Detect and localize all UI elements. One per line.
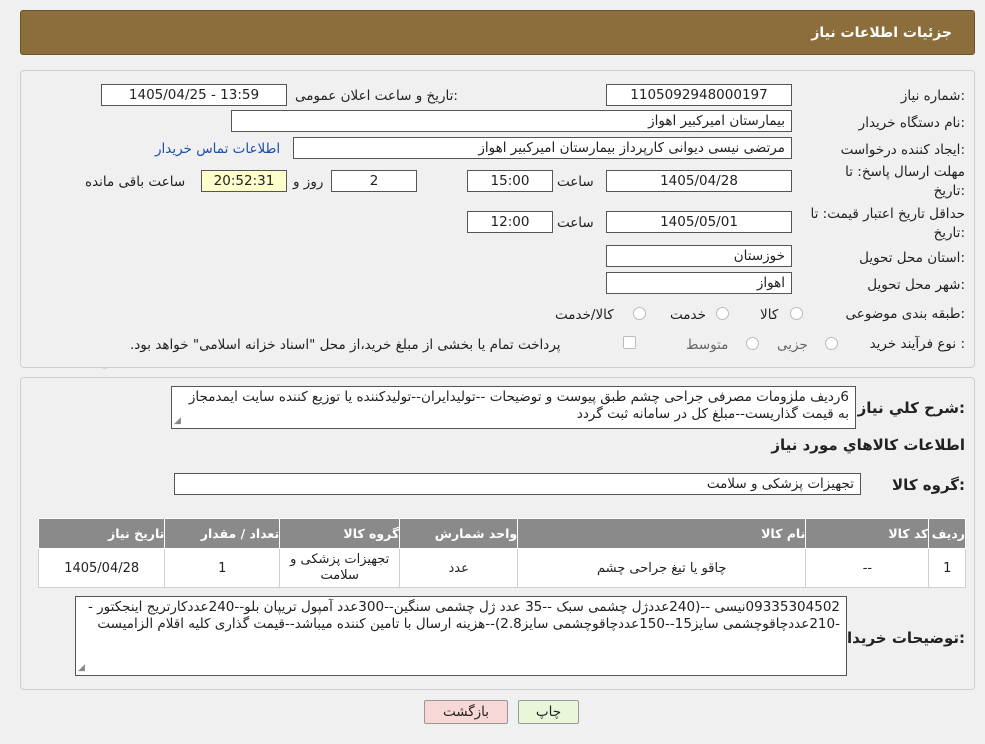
price-validity-label-line1: حداقل تاریخ اعتبار قیمت: تا — [810, 206, 965, 222]
remaining-time-label: ساعت باقی مانده — [85, 174, 186, 190]
deadline-date-field: 1405/04/28 — [606, 170, 792, 192]
summary-label: شرح کلي نياز: — [857, 399, 965, 417]
buyer-notes-resize-grip-icon[interactable]: ◢ — [78, 663, 85, 742]
price-validity-time-label: ساعت — [557, 215, 594, 231]
col-header-quantity: تعداد / مقدار — [164, 518, 281, 549]
cell-quantity: 1 — [164, 548, 281, 588]
requester-label: ایجاد کننده درخواست: — [840, 142, 965, 158]
table-row: 1 -- چاقو یا تیغ جراحی چشم عدد تجهیزات پ… — [37, 548, 966, 588]
category-radio-service[interactable] — [716, 307, 729, 320]
process-option-medium: متوسط — [686, 337, 729, 353]
remaining-time-field: 20:52:31 — [201, 170, 287, 192]
price-validity-label-line2: تاریخ: — [933, 225, 965, 241]
items-table-header-row: رديف کد کالا نام کالا واحد شمارش گروه کا… — [37, 518, 966, 549]
category-option-service: خدمت — [670, 307, 706, 323]
need-number-field: 1105092948000197 — [606, 84, 792, 106]
province-field: خوزستان — [606, 245, 792, 267]
treasury-payment-note: پرداخت تمام یا بخشی از مبلغ خرید،از محل … — [130, 337, 561, 353]
col-header-item-group: گروه کالا — [279, 518, 401, 549]
need-number-label: شماره نیاز: — [900, 88, 965, 104]
requester-field: مرتضی نیسی دیوانی کارپرداز بیمارستان امی… — [293, 137, 792, 159]
announce-field: 1405/04/25 - 13:59 — [101, 84, 287, 106]
treasury-payment-checkbox[interactable] — [623, 336, 636, 349]
days-label: روز و — [293, 174, 324, 190]
items-table: رديف کد کالا نام کالا واحد شمارش گروه کا… — [37, 518, 966, 588]
city-field: اهواز — [606, 272, 792, 294]
deadline-time-field: 15:00 — [467, 170, 553, 192]
summary-textarea: 6ردیف ملزومات مصرفی جراحی چشم طبق پیوست … — [171, 386, 856, 429]
process-type-label: نوع فرآیند خرید : — [869, 336, 965, 352]
page-header: جزئیات اطلاعات نیاز — [20, 10, 975, 55]
buyer-org-field: بیمارستان امیرکبیر اهواز — [231, 110, 792, 132]
goods-group-field: تجهیزات پزشکی و سلامت — [174, 473, 861, 495]
cell-item-code: -- — [805, 548, 930, 588]
announce-label: تاریخ و ساعت اعلان عمومی: — [295, 88, 458, 104]
category-radio-goods[interactable] — [790, 307, 803, 320]
buyer-notes-label: توضیحات خریدار: — [838, 629, 965, 647]
cell-unit: عدد — [399, 548, 519, 588]
category-option-goods-service: کالا/خدمت — [555, 307, 614, 323]
buyer-notes-textarea: 09335304502نیسی --(240عددژل چشمی سبک --3… — [75, 596, 847, 676]
cell-item-name: چاقو یا تیغ جراحی چشم — [517, 548, 807, 588]
goods-group-label: گروه کالا: — [892, 476, 965, 494]
process-option-minor: جزیی — [777, 337, 808, 353]
cell-need-date: 1405/04/28 — [37, 548, 166, 588]
cell-item-group: تجهیزات پزشکی و سلامت — [279, 548, 401, 588]
col-header-row-number: رديف — [928, 518, 966, 549]
province-label: استان محل تحویل: — [859, 250, 965, 266]
items-table-wrapper: رديف کد کالا نام کالا واحد شمارش گروه کا… — [37, 518, 966, 588]
price-validity-time-field: 12:00 — [467, 211, 553, 233]
buyer-org-label: نام دستگاه خریدار: — [858, 115, 965, 131]
category-radio-goods-service[interactable] — [633, 307, 646, 320]
page-title: جزئیات اطلاعات نیاز — [811, 25, 952, 41]
deadline-label-line2: تاریخ: — [933, 183, 965, 199]
category-label: طبقه بندی موضوعی: — [845, 306, 965, 322]
deadline-label-line1: مهلت ارسال پاسخ: تا — [845, 164, 965, 180]
back-button[interactable]: بازگشت — [424, 700, 508, 724]
col-header-item-code: کد کالا — [805, 518, 930, 549]
cell-row-number: 1 — [928, 548, 966, 588]
city-label: شهر محل تحویل: — [867, 277, 965, 293]
col-header-need-date: تاريخ نياز — [37, 518, 166, 549]
category-option-goods: کالا — [760, 307, 779, 323]
deadline-time-label: ساعت — [557, 174, 594, 190]
col-header-item-name: نام کالا — [517, 518, 807, 549]
col-header-unit: واحد شمارش — [399, 518, 519, 549]
price-validity-date-field: 1405/05/01 — [606, 211, 792, 233]
process-radio-minor[interactable] — [825, 337, 838, 350]
buyer-contact-link[interactable]: اطلاعات تماس خریدار — [155, 141, 280, 157]
goods-section-title: اطلاعات کالاهاي مورد نياز — [771, 436, 965, 454]
process-radio-medium[interactable] — [746, 337, 759, 350]
days-remaining-field: 2 — [331, 170, 417, 192]
print-button[interactable]: چاپ — [518, 700, 579, 724]
